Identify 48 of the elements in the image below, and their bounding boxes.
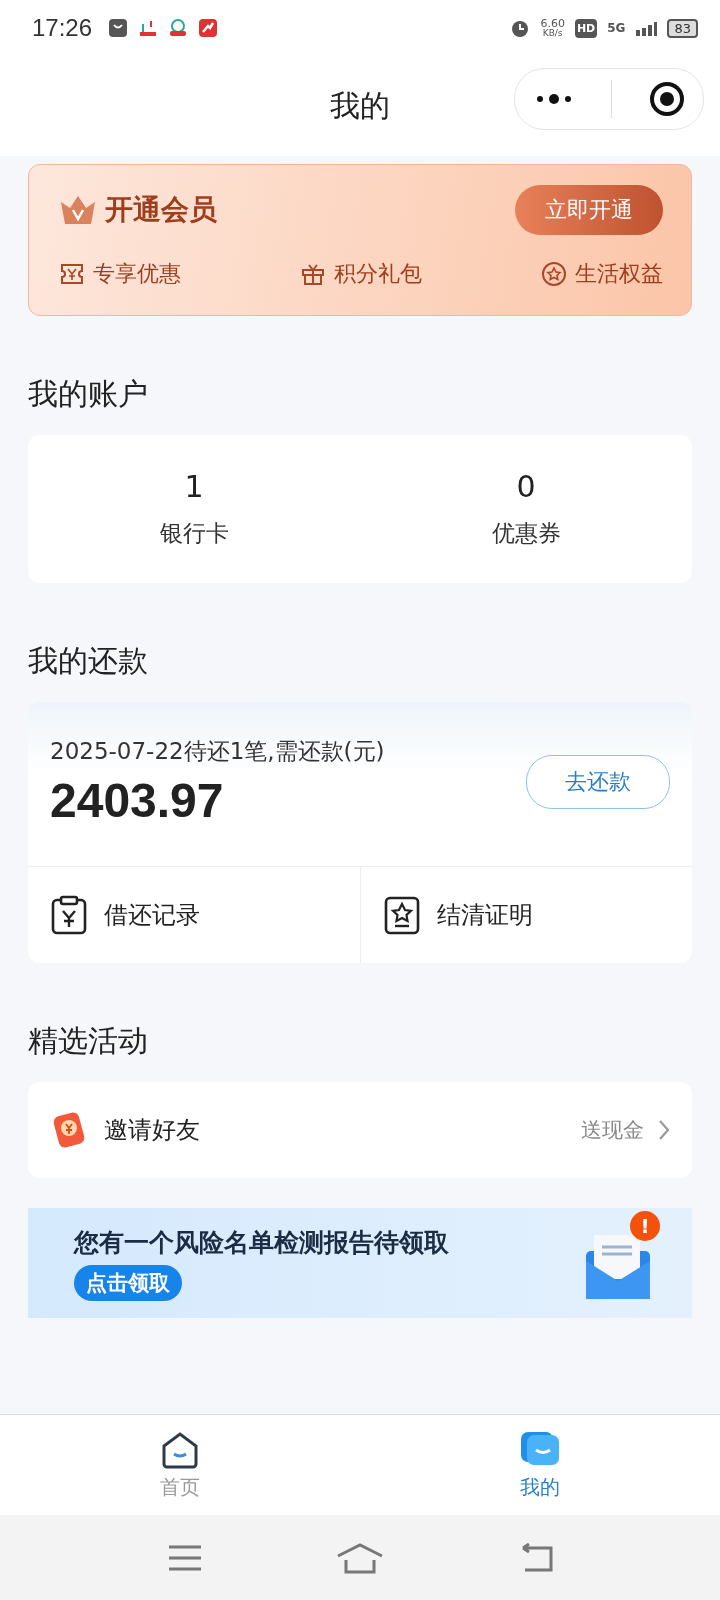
clipboard-icon — [50, 895, 88, 935]
member-title: 开通会员 — [105, 192, 217, 228]
status-time: 17:26 — [32, 14, 93, 42]
due-amount: 2403.97 — [50, 773, 225, 828]
claim-button[interactable]: 点击领取 — [74, 1264, 182, 1301]
section-heading: 我的账户 — [28, 375, 149, 413]
due-info: 2025-07-22待还1笔,需还款(元) — [50, 737, 386, 766]
section-heading: 我的还款 — [28, 642, 149, 680]
activity-title: 邀请好友 — [104, 1115, 200, 1146]
speed-value: 6.60 — [540, 18, 565, 29]
page-title: 我的 — [330, 86, 390, 125]
repay-link[interactable]: 借还记录 — [104, 899, 200, 931]
repay-link[interactable]: 结清证明 — [436, 899, 533, 931]
battery-indicator: 83 — [667, 18, 698, 38]
tab-item[interactable]: 我的 — [360, 1415, 720, 1515]
repay-button[interactable]: 去还款 — [526, 755, 670, 809]
app-icon — [198, 18, 219, 38]
alert-badge: ! — [630, 1211, 660, 1241]
menu-icon[interactable] — [166, 1543, 203, 1572]
app-icon — [168, 18, 189, 38]
perk-label[interactable]: 积分礼包 — [334, 259, 422, 289]
alarm-icon — [510, 18, 531, 38]
certificate-icon — [382, 895, 421, 935]
perk-label[interactable]: 专享优惠 — [93, 259, 181, 289]
report-banner[interactable]: 您有一个风险名单检测报告待领取 点击领取 ! — [28, 1208, 692, 1318]
home-icon — [160, 1429, 200, 1470]
hd-badge: HD — [574, 18, 598, 38]
signal-icon — [635, 20, 658, 36]
network-label: 5G — [607, 21, 626, 35]
banner-title: 您有一个风险名单检测报告待领取 — [74, 1226, 449, 1259]
open-membership-button[interactable]: 立即开通 — [515, 185, 663, 235]
chevron-right-icon — [658, 1119, 670, 1141]
bag-icon — [108, 18, 129, 38]
close-target-icon[interactable] — [648, 81, 685, 117]
stat-label[interactable]: 优惠券 — [491, 518, 561, 549]
star-badge-icon — [541, 261, 567, 287]
home-icon[interactable] — [336, 1541, 384, 1574]
stat-label[interactable]: 银行卡 — [159, 518, 229, 549]
perk-label[interactable]: 生活权益 — [575, 259, 663, 289]
section-heading: 精选活动 — [28, 1022, 149, 1060]
stat-value[interactable]: 1 — [184, 469, 204, 504]
chart-app-icon — [138, 18, 159, 38]
crown-icon — [59, 194, 97, 226]
invite-row[interactable]: 邀请好友 送现金 — [28, 1082, 692, 1178]
stat-value[interactable]: 0 — [516, 469, 536, 504]
activity-hint: 送现金 — [581, 1117, 644, 1144]
speed-unit: KB/s — [542, 29, 563, 38]
ticket-icon — [59, 261, 85, 287]
